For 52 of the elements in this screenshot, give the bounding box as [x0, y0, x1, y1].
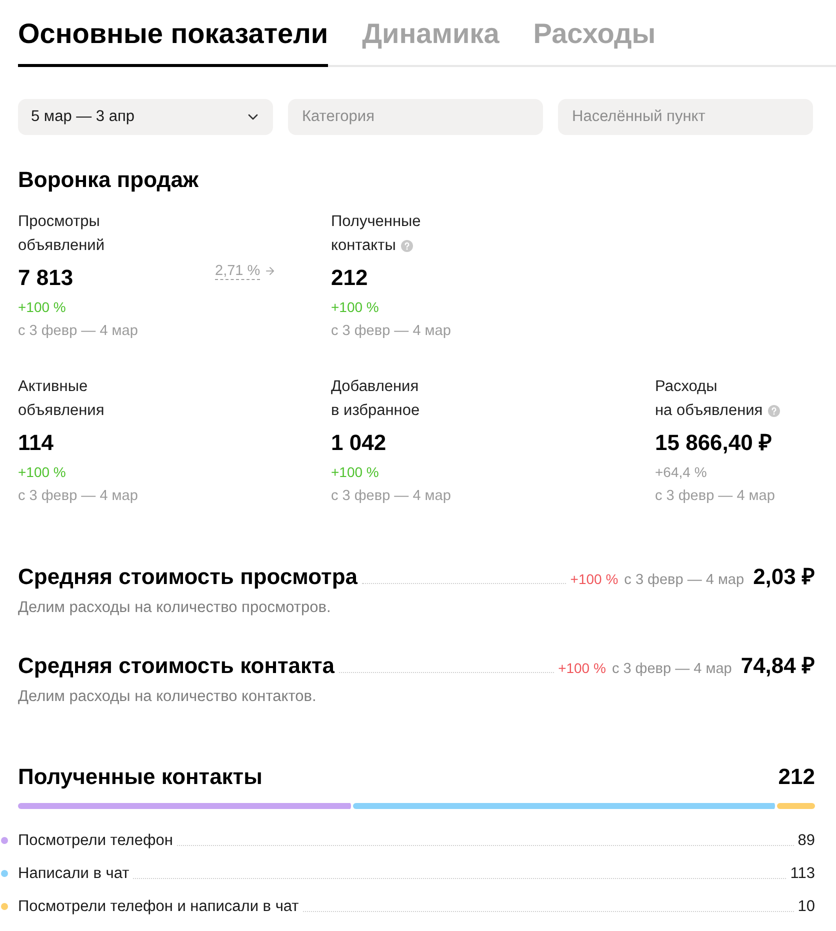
- metric-period: с 3 февр — 4 мар: [18, 487, 138, 506]
- legend-label: Написали в чат: [18, 864, 130, 884]
- metric-change: +100 %: [18, 463, 66, 482]
- cost-value: 2,03 ₽: [753, 563, 815, 591]
- metric-label: в избранное: [331, 401, 420, 421]
- metric-change: +100 %: [331, 298, 379, 317]
- metric-label: Просмотры: [18, 212, 100, 232]
- tab[interactable]: Основные показатели: [18, 16, 328, 67]
- metric-value: 15 866,40 ₽: [655, 429, 772, 457]
- section-title: Полученные контакты: [18, 762, 262, 790]
- metric-change: +64,4 %: [655, 463, 707, 482]
- cost-period: с 3 февр — 4 мар: [612, 660, 732, 679]
- metric-change: +100 %: [18, 298, 66, 317]
- cost-title: Средняя стоимость контакта: [18, 652, 335, 680]
- filter-field[interactable]: Категория: [288, 99, 543, 135]
- metric-period: с 3 февр — 4 мар: [331, 322, 451, 341]
- cost-change: +100 %: [558, 658, 606, 678]
- cost-description: Делим расходы на количество просмотров.: [18, 598, 331, 617]
- metric-label: Добавления: [331, 377, 419, 397]
- date-range-select[interactable]: 5 мар — 3 апр: [18, 99, 273, 135]
- metric-label: контакты: [331, 236, 396, 256]
- contacts-total: 212: [778, 762, 815, 790]
- legend-value: 113: [790, 864, 815, 884]
- metric-label: Активные: [18, 377, 88, 397]
- metric-label: на объявления: [655, 401, 763, 421]
- metric-change: +100 %: [331, 463, 379, 482]
- cost-value: 74,84 ₽: [740, 652, 815, 680]
- section-title: Воронка продаж: [18, 166, 199, 194]
- conversion-rate: 2,71 %: [215, 262, 260, 280]
- cost-period: с 3 февр — 4 мар: [624, 571, 744, 590]
- metric-period: с 3 февр — 4 мар: [331, 487, 451, 506]
- legend-value: 89: [798, 830, 815, 851]
- cost-change: +100 %: [570, 570, 618, 589]
- legend-value: 10: [798, 896, 815, 917]
- legend-label: Посмотрели телефон: [18, 830, 173, 851]
- metric-value: 212: [331, 264, 368, 292]
- metric-label: объявления: [18, 401, 104, 421]
- metric-value: 7 813: [18, 264, 74, 292]
- help-icon[interactable]: [768, 405, 780, 417]
- metric-label: Расходы: [655, 377, 718, 397]
- metric-period: с 3 февр — 4 мар: [655, 487, 775, 506]
- metric-period: с 3 февр — 4 мар: [18, 322, 138, 341]
- help-icon[interactable]: [400, 240, 413, 252]
- arrow-right-icon: [264, 265, 276, 277]
- filter-field[interactable]: Населённый пункт: [558, 99, 813, 135]
- cost-title: Средняя стоимость просмотра: [18, 563, 358, 591]
- metric-label: объявлений: [18, 236, 104, 256]
- legend-label: Посмотрели телефон и написали в чат: [18, 896, 299, 917]
- cost-description: Делим расходы на количество контактов.: [18, 688, 316, 706]
- metric-value: 114: [18, 429, 54, 457]
- metric-value: 1 042: [331, 429, 386, 457]
- metric-label: Полученные: [331, 212, 421, 232]
